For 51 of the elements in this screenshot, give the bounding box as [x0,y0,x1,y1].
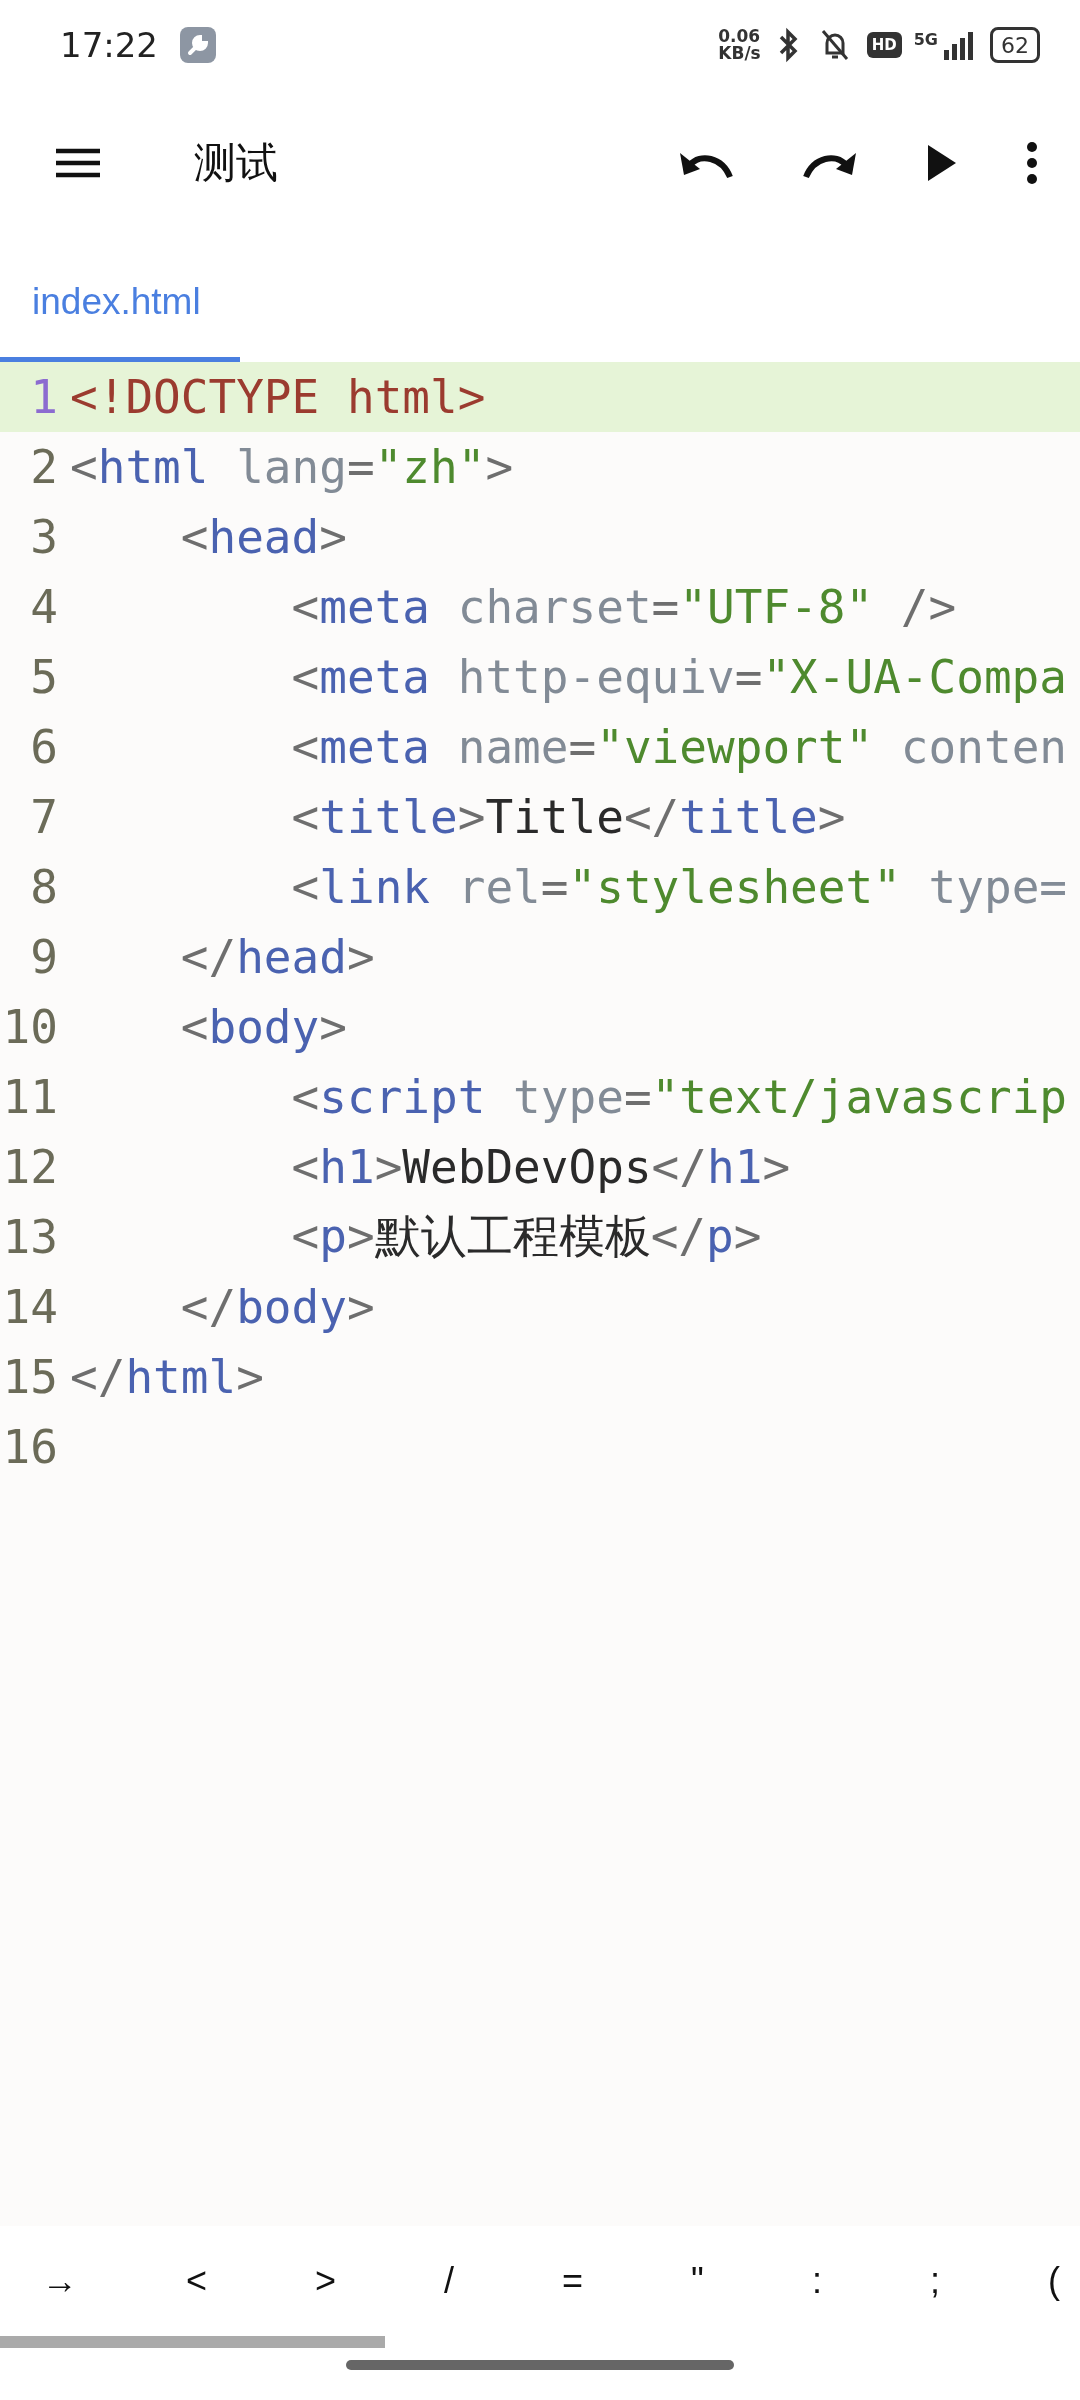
network-speed: 0.06 [718,28,761,45]
symbol-key[interactable]: " [671,2250,724,2312]
line-number: 3 [29,510,58,564]
code-line: <html lang="zh"> [70,440,514,494]
line-number: 10 [1,1000,58,1054]
code-line: <title>Title</title> [290,790,846,844]
line-number: 5 [29,650,58,704]
line-number: 2 [29,440,58,494]
symbol-key[interactable]: ( [1027,2250,1080,2312]
code-line: <p>默认工程模板</p> [290,1208,762,1265]
line-number: 8 [29,860,58,914]
code-line: <meta name="viewport" conten [290,720,1068,774]
code-line: </body> [179,1280,375,1334]
line-number: 15 [1,1350,58,1404]
line-number: 7 [29,790,58,844]
line-number: 11 [1,1070,58,1124]
code-line: <head> [179,510,347,564]
code-line: <meta http-equiv="X-UA-Compa [290,650,1067,704]
hd-badge: HD [866,32,902,58]
line-number: 14 [1,1280,58,1334]
symbol-key[interactable]: < [166,2250,228,2312]
project-title: 测试 [194,136,278,189]
wrench-icon [180,27,216,63]
symbol-key[interactable]: / [424,2250,475,2312]
more-icon [1026,140,1038,185]
line-number: 4 [29,580,58,634]
code-line: <meta charset="UTF-8" /> [290,580,957,634]
symbol-key[interactable]: → [22,2250,98,2312]
code-line: </head> [179,930,375,984]
symbol-key[interactable]: ; [909,2250,960,2312]
code-line: <script type="text/javascrip [290,1070,1068,1124]
network-type: 5G [913,30,938,49]
battery-indicator: 62 [990,27,1040,63]
symbol-key[interactable]: = [542,2250,604,2312]
code-line: <h1>WebDevOps</h1> [290,1140,791,1194]
line-number: 12 [1,1140,58,1194]
clock-time: 17:22 [60,25,158,65]
scrollbar-thumb[interactable] [0,2336,385,2348]
line-number: 9 [29,930,58,984]
speed-unit: KB/s [718,45,761,62]
symbol-key[interactable]: : [791,2250,842,2312]
code-line: <!DOCTYPE html> [70,370,486,424]
code-line: </html> [70,1350,264,1404]
line-number: 1 [29,370,58,424]
play-icon [926,142,958,183]
symbol-key[interactable]: > [295,2250,357,2312]
code-line: <link rel="stylesheet" type= [290,860,1068,914]
line-number: 16 [1,1420,58,1474]
line-number: 6 [29,720,58,774]
code-line: <body> [179,1000,347,1054]
line-number: 13 [1,1210,58,1264]
